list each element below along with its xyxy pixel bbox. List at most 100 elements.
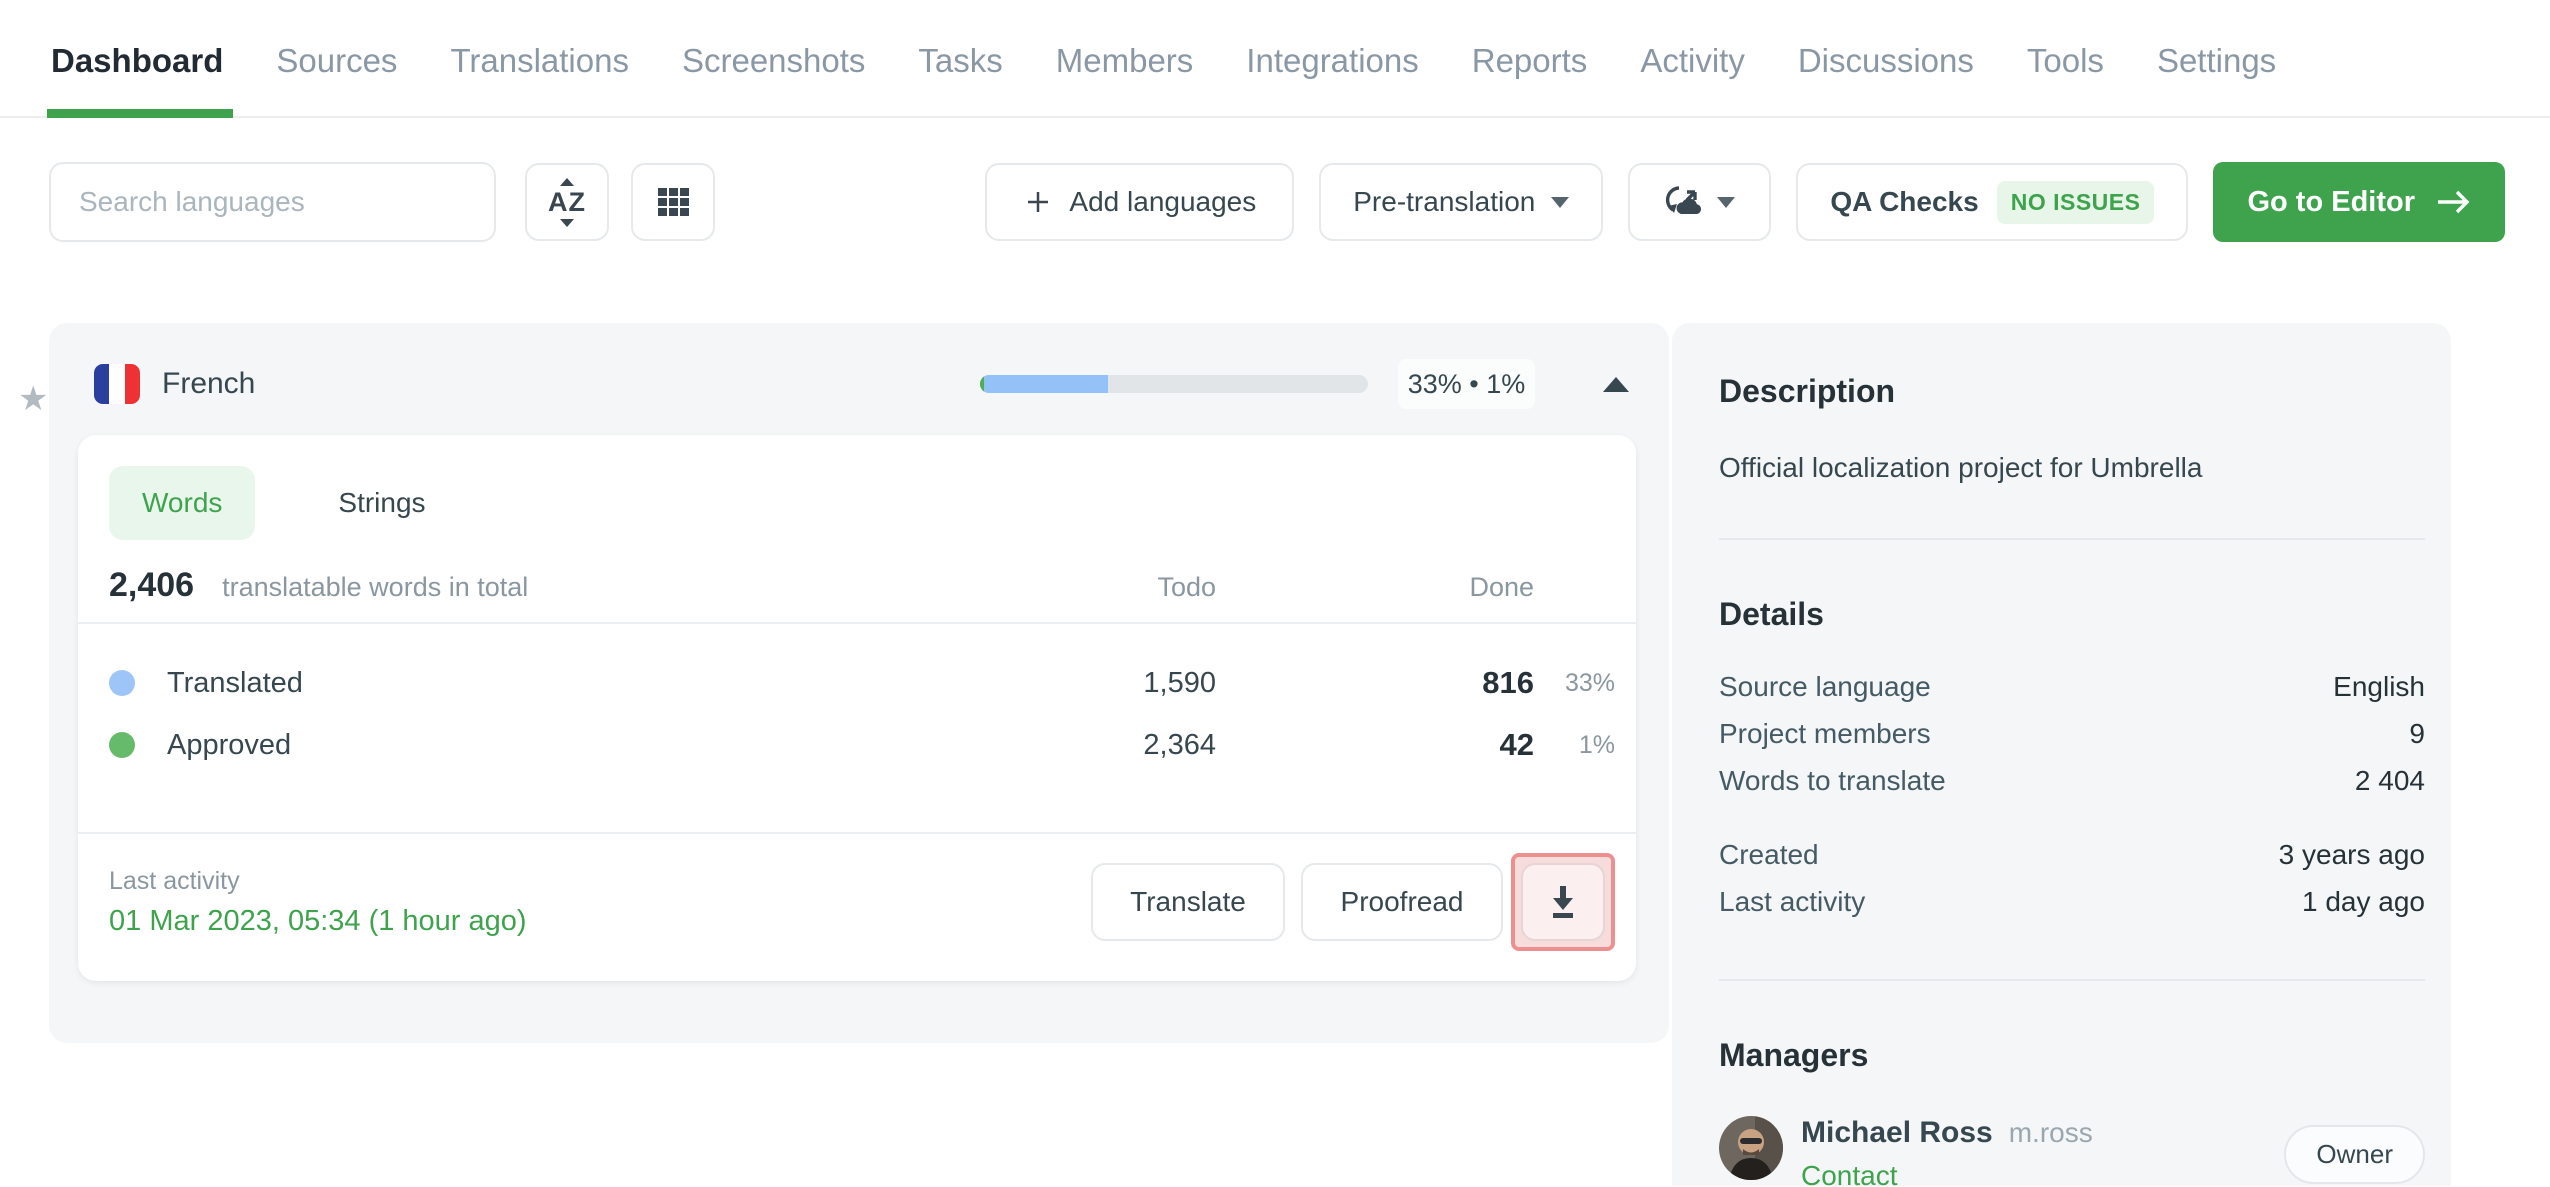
approved-pct-value: 1% — [1578, 730, 1615, 759]
description-title: Description — [1719, 373, 1896, 409]
tab-settings[interactable]: Settings — [2155, 0, 2278, 116]
tab-words[interactable]: Words — [109, 466, 256, 540]
detail-label: Last activity — [1719, 885, 1866, 917]
approved-dot-icon — [109, 732, 135, 758]
detail-row-source-language: Source language English — [1719, 663, 2425, 710]
detail-value: 9 — [2409, 717, 2425, 749]
download-icon — [1553, 886, 1573, 918]
translated-done-value: 816 — [1482, 665, 1534, 700]
search-input[interactable] — [49, 162, 496, 242]
manager-list-item: Michael Ross m.ross Contact Owner — [1719, 1116, 2425, 1186]
translated-pct-value: 33% — [1564, 668, 1615, 697]
column-header-done: Done — [1469, 572, 1534, 602]
detail-row-project-members: Project members 9 — [1719, 710, 2425, 757]
avatar[interactable] — [1719, 1116, 1783, 1180]
go-to-editor-label: Go to Editor — [2247, 185, 2415, 218]
french-flag-icon — [94, 364, 140, 404]
pre-translation-label: Pre-translation — [1353, 186, 1536, 217]
tab-strings[interactable]: Strings — [305, 466, 458, 540]
download-button[interactable] — [1521, 863, 1605, 941]
sort-az-icon: AZ — [548, 177, 586, 227]
approved-todo-value: 2,364 — [1143, 728, 1216, 761]
detail-value: 1 day ago — [2302, 885, 2425, 917]
go-to-editor-button[interactable]: Go to Editor — [2213, 162, 2505, 242]
arrow-right-icon — [2438, 190, 2470, 214]
chevron-down-icon — [1716, 196, 1735, 208]
detail-row-last-activity: Last activity 1 day ago — [1719, 878, 2425, 925]
pre-translation-button[interactable]: Pre-translation — [1319, 163, 1604, 241]
chevron-up-icon — [1603, 376, 1629, 392]
total-words-value: 2,406 — [109, 566, 195, 604]
table-row-approved: Approved 2,364 42 1% — [78, 714, 1636, 776]
tab-discussions[interactable]: Discussions — [1796, 0, 1976, 116]
toolbar: AZ Add languages Pre-translation QA Chec… — [0, 162, 2550, 242]
language-name: French — [162, 367, 256, 400]
row-label: Translated — [167, 666, 303, 699]
detail-value: 2 404 — [2354, 764, 2425, 796]
qa-checks-button[interactable]: QA Checks NO ISSUES — [1796, 163, 2189, 241]
translated-dot-icon — [109, 670, 135, 696]
stats-summary-row: 2,406 translatable words in total Todo D… — [78, 540, 1636, 622]
last-activity-label: Last activity — [109, 866, 240, 895]
sync-dropdown-button[interactable] — [1628, 163, 1772, 241]
tab-integrations[interactable]: Integrations — [1244, 0, 1420, 116]
tab-reports[interactable]: Reports — [1470, 0, 1590, 116]
tab-activity[interactable]: Activity — [1638, 0, 1747, 116]
sort-button[interactable]: AZ — [525, 163, 609, 241]
detail-label: Words to translate — [1719, 764, 1946, 796]
proofread-button[interactable]: Proofread — [1301, 863, 1503, 941]
tab-tools[interactable]: Tools — [2025, 0, 2106, 116]
divider — [1719, 979, 2425, 981]
contact-link[interactable]: Contact — [1801, 1160, 2093, 1186]
add-languages-label: Add languages — [1069, 186, 1257, 217]
qa-checks-label: QA Checks — [1830, 186, 1979, 217]
progress-translated — [983, 375, 1109, 393]
cloud-sync-icon — [1665, 186, 1701, 214]
translate-button[interactable]: Translate — [1091, 863, 1285, 941]
translated-todo-value: 1,590 — [1143, 666, 1216, 699]
toolbar-right: Add languages Pre-translation QA Checks … — [985, 162, 2505, 242]
tab-members[interactable]: Members — [1054, 0, 1196, 116]
favorite-star-icon[interactable]: ★ — [18, 379, 48, 419]
detail-label: Created — [1719, 838, 1819, 870]
chevron-down-icon — [1551, 196, 1570, 208]
row-label: Approved — [167, 728, 292, 761]
language-card-french: French 33% • 1% Words Strings 2,406 tran… — [49, 323, 1669, 1043]
collapse-button[interactable] — [1603, 376, 1629, 392]
detail-row-created: Created 3 years ago — [1719, 831, 2425, 878]
tab-sources[interactable]: Sources — [274, 0, 399, 116]
tab-dashboard[interactable]: Dashboard — [46, 0, 234, 118]
language-card-header[interactable]: French 33% • 1% — [49, 323, 1669, 435]
qa-status-badge: NO ISSUES — [1996, 180, 2155, 224]
language-stats-card: Words Strings 2,406 translatable words i… — [78, 435, 1636, 981]
add-languages-button[interactable]: Add languages — [985, 163, 1295, 241]
project-info-panel: Description Official localization projec… — [1672, 323, 2451, 1186]
approved-done-value: 42 — [1499, 727, 1534, 762]
grid-view-button[interactable] — [631, 163, 715, 241]
divider — [1719, 538, 2425, 540]
detail-row-words-to-translate: Words to translate 2 404 — [1719, 757, 2425, 804]
details-title: Details — [1719, 596, 1824, 632]
total-words-label: translatable words in total — [222, 572, 529, 602]
tab-translations[interactable]: Translations — [448, 0, 631, 116]
detail-value: 3 years ago — [2278, 838, 2425, 870]
manager-username: m.ross — [2008, 1117, 2093, 1148]
header-right: 33% • 1% — [980, 359, 1629, 409]
progress-percentages: 33% • 1% — [1398, 359, 1535, 409]
manager-name[interactable]: Michael Ross — [1801, 1116, 1993, 1150]
detail-label: Source language — [1719, 670, 1931, 702]
top-nav: Dashboard Sources Translations Screensho… — [0, 0, 2550, 118]
tab-screenshots[interactable]: Screenshots — [680, 0, 867, 116]
description-text: Official localization project for Umbrel… — [1719, 452, 2203, 483]
detail-value: English — [2333, 670, 2425, 702]
detail-label: Project members — [1719, 717, 1931, 749]
highlight-annotation — [1511, 853, 1615, 951]
table-row-translated: Translated 1,590 816 33% — [78, 652, 1636, 714]
managers-title: Managers — [1719, 1037, 1869, 1073]
last-activity-link[interactable]: 01 Mar 2023, 05:34 (1 hour ago) — [109, 905, 527, 938]
tab-tasks[interactable]: Tasks — [916, 0, 1004, 116]
language-progress-bar — [980, 375, 1368, 393]
stats-tabs: Words Strings — [78, 435, 1636, 540]
grid-icon — [657, 188, 689, 216]
column-header-todo: Todo — [1157, 572, 1216, 602]
